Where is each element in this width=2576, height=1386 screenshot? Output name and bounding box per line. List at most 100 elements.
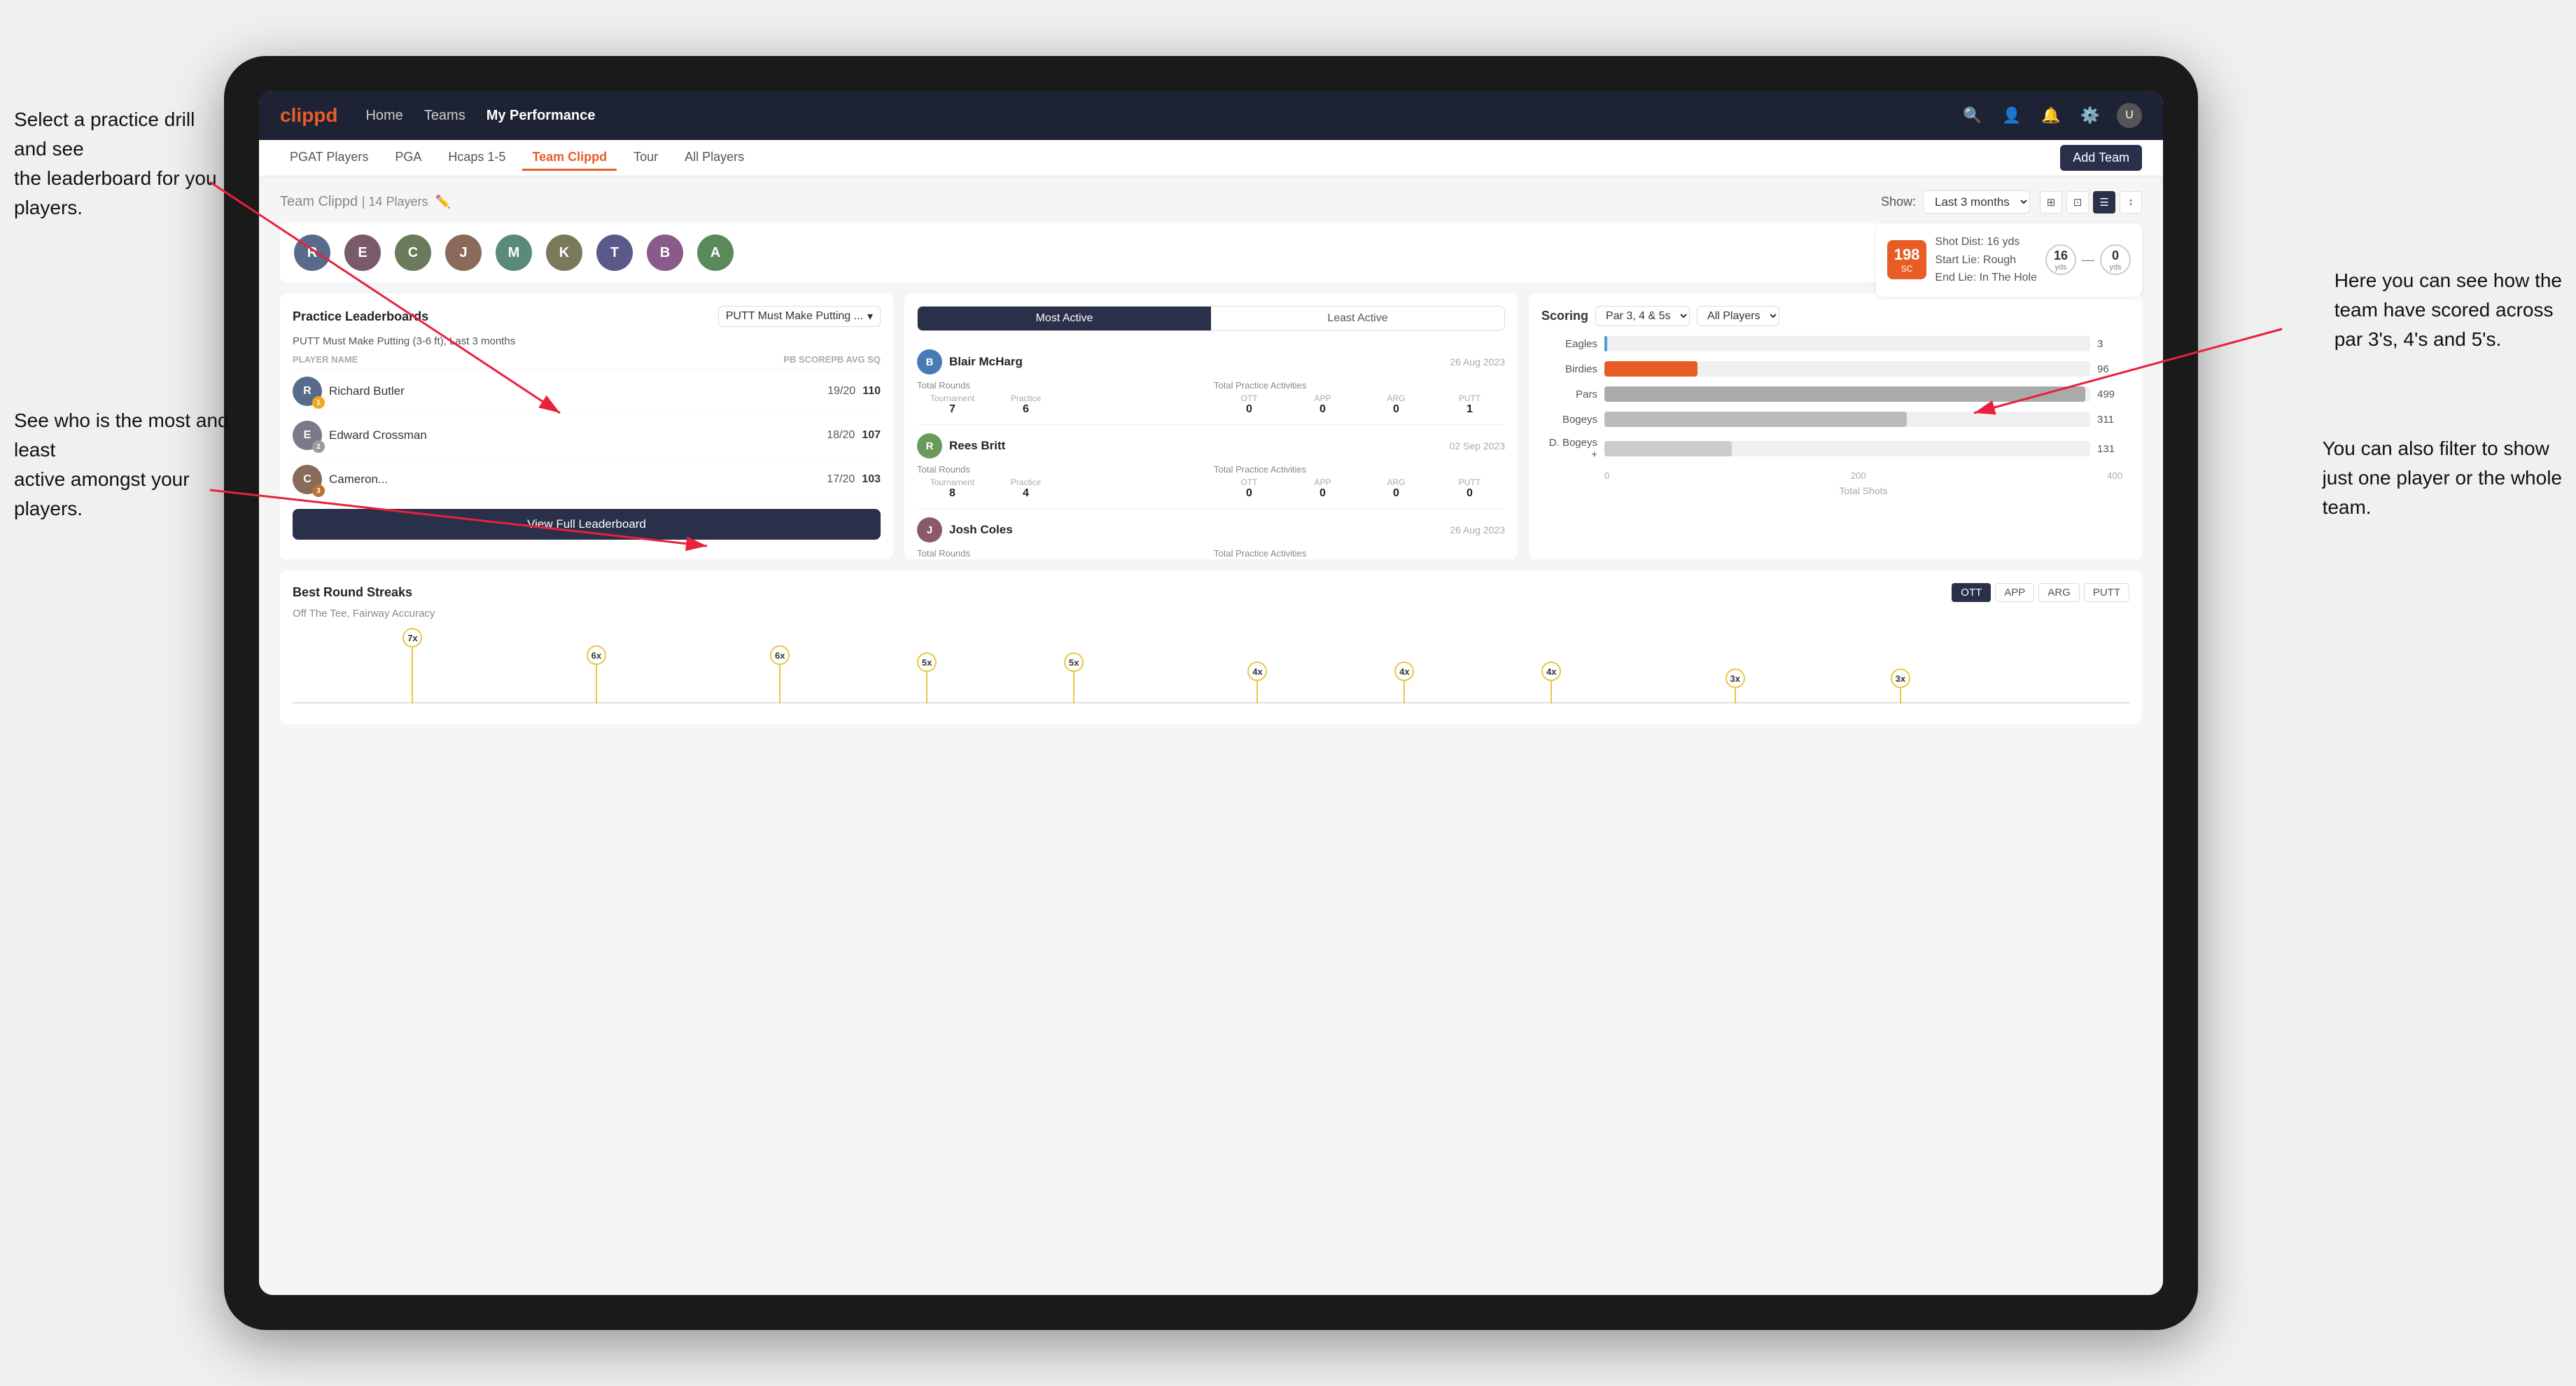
- streak-dot-circle: 4x: [1394, 662, 1414, 681]
- lb-badge-gold: 1: [312, 396, 325, 409]
- chevron-down-icon: ▾: [867, 309, 873, 323]
- player-avatar-4[interactable]: J: [445, 234, 482, 271]
- tab-all-players[interactable]: All Players: [675, 146, 754, 171]
- tab-pgat[interactable]: PGAT Players: [280, 146, 378, 171]
- streak-dot: 4x: [1541, 662, 1561, 704]
- search-icon[interactable]: 🔍: [1960, 103, 1985, 128]
- bar-chart: Eagles 3 Birdies 96: [1541, 336, 2129, 496]
- bell-icon[interactable]: 🔔: [2038, 103, 2064, 128]
- apc-header-3: J Josh Coles 26 Aug 2023: [917, 517, 1505, 542]
- apc-name-1: Blair McHarg: [949, 355, 1443, 369]
- period-select[interactable]: Last 3 months: [1923, 190, 2030, 214]
- tab-most-active[interactable]: Most Active: [918, 307, 1211, 330]
- tab-pga[interactable]: PGA: [385, 146, 431, 171]
- bar-label-pars: Pars: [1548, 388, 1597, 400]
- bar-fill-birdies: [1604, 361, 1698, 377]
- player-avatar-7[interactable]: T: [596, 234, 633, 271]
- streaks-panel: Best Round Streaks OTT APP ARG PUTT Off …: [280, 570, 2142, 724]
- bar-row-birdies: Birdies 96: [1548, 361, 2122, 377]
- user-avatar[interactable]: U: [2117, 103, 2142, 128]
- scoring-filter-par[interactable]: Par 3, 4 & 5s: [1595, 306, 1690, 326]
- lb-name-2: Edward Crossman: [329, 428, 427, 442]
- most-active-panel: Most Active Least Active B Blair McHarg …: [904, 293, 1518, 559]
- streak-dot-circle: 5x: [917, 652, 937, 672]
- annotation-bottom-left: See who is the most and leastactive amon…: [14, 406, 231, 524]
- lb-player-3: C 3 Cameron...: [293, 465, 820, 494]
- tab-least-active[interactable]: Least Active: [1211, 307, 1504, 330]
- scoring-panel: Scoring Par 3, 4 & 5s All Players Eagles: [1529, 293, 2142, 559]
- view-icons: ⊞ ⊡ ☰ ↕: [2040, 191, 2142, 214]
- navbar-links: Home Teams My Performance: [365, 108, 1932, 124]
- add-team-button[interactable]: Add Team: [2060, 145, 2142, 171]
- grid-small-view[interactable]: ⊞: [2040, 191, 2062, 214]
- scoring-title: Scoring: [1541, 309, 1588, 323]
- leaderboards-title: Practice Leaderboards: [293, 309, 428, 324]
- lb-row-1[interactable]: R 1 Richard Butler 19/20 110: [293, 370, 881, 414]
- apc-avatar-2: R: [917, 433, 942, 458]
- active-player-card-2: R Rees Britt 02 Sep 2023 Total Rounds To…: [917, 425, 1505, 509]
- streak-dot-circle: 3x: [1726, 668, 1745, 688]
- filter-ott[interactable]: OTT: [1952, 583, 1991, 602]
- lb-avg-1: 110: [862, 385, 881, 398]
- streak-dot: 3x: [1726, 668, 1745, 704]
- lb-row-3[interactable]: C 3 Cameron... 17/20 103: [293, 458, 881, 502]
- grid-large-view[interactable]: ⊡: [2066, 191, 2089, 214]
- three-panels: Practice Leaderboards PUTT Must Make Put…: [280, 293, 2142, 559]
- lb-avatar-1: R 1: [293, 377, 322, 406]
- navbar: clippd Home Teams My Performance 🔍 👤 🔔 ⚙…: [259, 91, 2163, 140]
- lb-avg-3: 103: [862, 473, 881, 486]
- apc-stats-3: Total Rounds Tournament 7 Practice 2: [917, 548, 1505, 559]
- tab-bar: PGAT Players PGA Hcaps 1-5 Team Clippd T…: [259, 140, 2163, 176]
- bar-row-eagles: Eagles 3: [1548, 336, 2122, 351]
- bar-track-d-bogeys: [1604, 441, 2090, 456]
- bar-label-bogeys: Bogeys: [1548, 414, 1597, 426]
- sort-view[interactable]: ↕: [2120, 191, 2142, 214]
- nav-home[interactable]: Home: [365, 108, 402, 124]
- scoring-filter-players[interactable]: All Players: [1697, 306, 1779, 326]
- player-avatar-9[interactable]: A: [697, 234, 734, 271]
- edit-icon[interactable]: ✏️: [435, 195, 450, 209]
- view-full-leaderboard-button[interactable]: View Full Leaderboard: [293, 509, 881, 540]
- apc-name-2: Rees Britt: [949, 439, 1443, 453]
- lb-row-2[interactable]: E 2 Edward Crossman 18/20 107: [293, 414, 881, 458]
- active-player-card-3: J Josh Coles 26 Aug 2023 Total Rounds To…: [917, 509, 1505, 559]
- apc-activities-label-1: Total Practice Activities: [1214, 380, 1505, 391]
- player-avatar-6[interactable]: K: [546, 234, 582, 271]
- leaderboards-filter[interactable]: PUTT Must Make Putting ... ▾: [718, 306, 881, 327]
- tablet-screen: clippd Home Teams My Performance 🔍 👤 🔔 ⚙…: [259, 91, 2163, 1295]
- bar-track-pars: [1604, 386, 2090, 402]
- streak-dot: 5x: [917, 652, 937, 704]
- list-view[interactable]: ☰: [2093, 191, 2115, 214]
- player-avatar-3[interactable]: C: [395, 234, 431, 271]
- player-avatar-8[interactable]: B: [647, 234, 683, 271]
- scoring-header: Scoring Par 3, 4 & 5s All Players: [1541, 306, 2129, 326]
- bar-row-bogeys: Bogeys 311: [1548, 412, 2122, 427]
- team-header: Team Clippd | 14 Players ✏️ Show: Last 3…: [280, 190, 2142, 214]
- bar-fill-eagles: [1604, 336, 1607, 351]
- bar-label-eagles: Eagles: [1548, 338, 1597, 350]
- nav-teams[interactable]: Teams: [424, 108, 465, 124]
- people-icon[interactable]: 👤: [1999, 103, 2024, 128]
- tab-team-clippd[interactable]: Team Clippd: [522, 146, 617, 171]
- show-label: Show:: [1881, 195, 1916, 209]
- tab-hcaps[interactable]: Hcaps 1-5: [438, 146, 515, 171]
- practice-leaderboards-panel: Practice Leaderboards PUTT Must Make Put…: [280, 293, 893, 559]
- nav-my-performance[interactable]: My Performance: [486, 108, 596, 124]
- player-avatar-1[interactable]: R: [294, 234, 330, 271]
- apc-name-3: Josh Coles: [949, 523, 1443, 537]
- lb-col-player: PLAYER NAME: [293, 354, 783, 365]
- filter-arg[interactable]: ARG: [2038, 583, 2080, 602]
- team-title: Team Clippd | 14 Players: [280, 194, 428, 210]
- settings-icon[interactable]: ⚙️: [2078, 103, 2103, 128]
- streak-dot: 4x: [1394, 662, 1414, 704]
- filter-putt[interactable]: PUTT: [2084, 583, 2129, 602]
- bar-axis-label: Total Shots: [1548, 485, 2122, 496]
- filter-app[interactable]: APP: [1995, 583, 2034, 602]
- apc-rounds-label-1: Total Rounds: [917, 380, 1208, 391]
- annotation-top-right: Here you can see how theteam have scored…: [2334, 266, 2562, 354]
- streaks-filters: OTT APP ARG PUTT: [1952, 583, 2129, 602]
- player-avatar-2[interactable]: E: [344, 234, 381, 271]
- lb-name-3: Cameron...: [329, 472, 388, 486]
- tab-tour[interactable]: Tour: [624, 146, 668, 171]
- player-avatar-5[interactable]: M: [496, 234, 532, 271]
